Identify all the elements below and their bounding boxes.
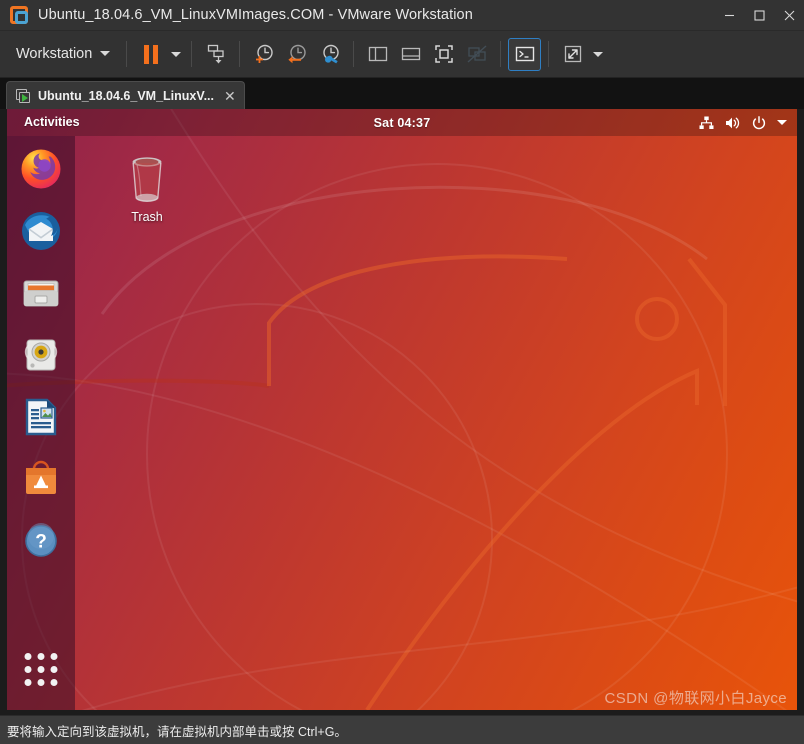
- view-options-caret[interactable]: [589, 38, 606, 71]
- toolbar-separator: [239, 41, 241, 67]
- pause-icon: [143, 44, 158, 64]
- send-keys-icon: [207, 44, 224, 64]
- fullscreen-icon: [435, 45, 453, 63]
- unity-mode-icon: [467, 45, 487, 63]
- snapshot-revert-icon: [288, 44, 306, 64]
- dock-item-rhythmbox[interactable]: [17, 331, 65, 379]
- clock[interactable]: Sat 04:37: [374, 116, 431, 130]
- help-icon: ?: [25, 523, 57, 557]
- toolbar-separator: [191, 41, 193, 67]
- dock-item-libreoffice-writer[interactable]: [17, 393, 65, 441]
- workstation-menu-button[interactable]: Workstation: [6, 41, 119, 68]
- vm-viewport[interactable]: Activities Sat 04:37 ? Trash CSDN @物联网小白…: [0, 109, 804, 715]
- window-controls: [714, 0, 804, 31]
- activities-button[interactable]: Activities: [15, 112, 89, 133]
- firefox-icon: [21, 149, 61, 189]
- dock-item-firefox[interactable]: [17, 145, 65, 193]
- power-options-caret[interactable]: [167, 38, 184, 71]
- expand-arrows-icon: [564, 45, 581, 63]
- thunderbird-icon: [22, 212, 60, 250]
- ubuntu-software-icon: [26, 460, 56, 494]
- toolbar-separator: [353, 41, 355, 67]
- files-icon: [23, 280, 59, 307]
- toolbar-separator: [126, 41, 128, 67]
- network-wired-icon[interactable]: [699, 116, 714, 130]
- console-view-button[interactable]: [508, 37, 542, 71]
- chevron-down-icon: [170, 51, 181, 57]
- snapshot-add-icon: [255, 44, 273, 63]
- close-icon[interactable]: ✕: [223, 87, 237, 105]
- revert-snapshot-button[interactable]: [280, 38, 313, 71]
- svg-text:?: ?: [35, 532, 47, 553]
- dock-item-ubuntu-software[interactable]: [17, 455, 65, 503]
- send-ctrl-alt-del-button[interactable]: [199, 38, 232, 71]
- title-bar: Ubuntu_18.04.6_VM_LinuxVMImages.COM - VM…: [0, 0, 804, 31]
- snapshot-manager-button[interactable]: [313, 38, 346, 71]
- toolbar: Workstation: [0, 31, 804, 78]
- maximize-button[interactable]: [744, 0, 774, 31]
- trash-icon: [132, 157, 162, 202]
- unity-mode-button: [460, 38, 493, 71]
- ubuntu-dock: ?: [7, 136, 75, 710]
- take-snapshot-button[interactable]: [247, 38, 280, 71]
- vmware-logo-icon: [10, 6, 28, 24]
- toolbar-separator: [500, 41, 502, 67]
- system-tray: [699, 115, 797, 130]
- vm-tab[interactable]: Ubuntu_18.04.6_VM_LinuxV... ✕: [6, 81, 245, 109]
- workstation-menu-label: Workstation: [16, 45, 93, 62]
- gnome-top-bar: Activities Sat 04:37: [7, 109, 797, 136]
- window-title: Ubuntu_18.04.6_VM_LinuxVMImages.COM - VM…: [38, 7, 473, 23]
- minimize-button[interactable]: [714, 0, 744, 31]
- panel-left-icon: [368, 46, 387, 62]
- app-grid-icon[interactable]: [24, 653, 58, 686]
- desktop-icon-label: Trash: [131, 210, 163, 224]
- status-message: 要将输入定向到该虚拟机，请在虚拟机内部单击或按 Ctrl+G。: [7, 724, 347, 739]
- status-bar: 要将输入定向到该虚拟机，请在虚拟机内部单击或按 Ctrl+G。: [0, 715, 804, 744]
- vmware-workstation-window: Ubuntu_18.04.6_VM_LinuxVMImages.COM - VM…: [0, 0, 804, 744]
- rhythmbox-icon: [24, 339, 58, 371]
- libreoffice-writer-icon: [25, 398, 57, 436]
- show-thumbnail-bar-button[interactable]: [394, 38, 427, 71]
- pause-vm-button[interactable]: [134, 38, 167, 71]
- show-library-button[interactable]: [361, 38, 394, 71]
- vm-tab-strip: Ubuntu_18.04.6_VM_LinuxV... ✕: [0, 78, 804, 109]
- desktop-icon-trash[interactable]: Trash: [110, 136, 184, 224]
- watermark: CSDN @物联网小白Jayce: [604, 690, 787, 707]
- panel-bottom-icon: [401, 47, 420, 61]
- chevron-down-icon: [100, 51, 111, 56]
- snapshot-manager-icon: [323, 44, 339, 64]
- console-icon: [515, 46, 534, 62]
- fullscreen-button[interactable]: [427, 38, 460, 71]
- chevron-down-icon[interactable]: [777, 120, 787, 125]
- speaker-icon[interactable]: [725, 116, 741, 130]
- power-icon[interactable]: [752, 115, 766, 130]
- dock-item-files[interactable]: [17, 269, 65, 317]
- toolbar-separator: [548, 41, 550, 67]
- ubuntu-desktop[interactable]: Activities Sat 04:37 ? Trash CSDN @物联网小白…: [7, 109, 797, 710]
- vm-tab-label: Ubuntu_18.04.6_VM_LinuxV...: [38, 88, 214, 103]
- close-button[interactable]: [774, 0, 804, 31]
- dock-item-thunderbird[interactable]: [17, 207, 65, 255]
- dock-item-help[interactable]: ?: [17, 517, 65, 565]
- vm-running-icon: [16, 88, 31, 103]
- stretch-view-button[interactable]: [556, 38, 589, 71]
- chevron-down-icon: [592, 51, 603, 57]
